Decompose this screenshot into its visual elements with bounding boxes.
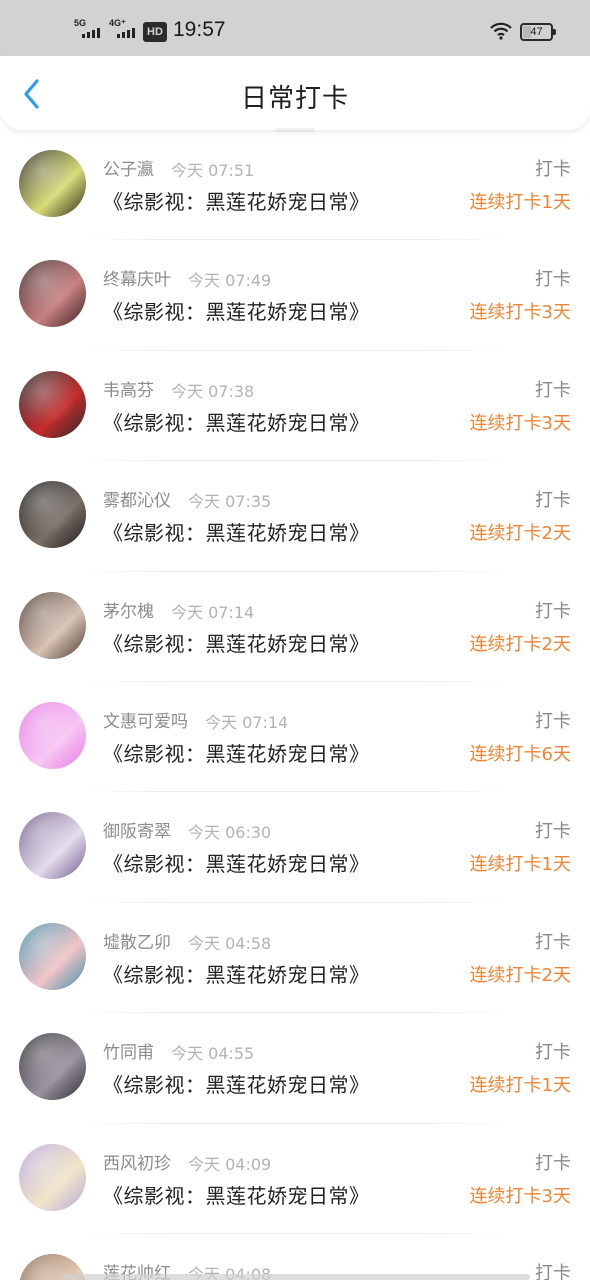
username[interactable]: 韦高芬 xyxy=(103,376,154,401)
checkin-row[interactable]: 竹同甫 今天 04:55 《综影视：黑莲花娇宠日常》 打卡连续打卡1天 xyxy=(0,1013,590,1124)
checkin-time: 今天 06:30 xyxy=(188,823,272,843)
network-type-label: 5G xyxy=(74,18,87,28)
username[interactable]: 墟散乙卯 xyxy=(103,928,171,953)
streak-count: 连续打卡2天 xyxy=(469,964,571,986)
user-avatar[interactable] xyxy=(19,1143,86,1211)
checkin-label: 打卡 xyxy=(535,1152,571,1174)
user-avatar[interactable] xyxy=(19,481,86,549)
streak-count: 连续打卡1天 xyxy=(469,854,571,876)
username[interactable]: 终幕庆叶 xyxy=(103,265,171,290)
clock: 19:57 xyxy=(173,18,226,41)
checkin-label: 打卡 xyxy=(535,600,571,622)
streak-count: 连续打卡3天 xyxy=(469,1185,571,1207)
streak-count: 连续打卡2天 xyxy=(469,633,571,655)
book-title[interactable]: 《综影视：黑莲花娇宠日常》 xyxy=(103,517,370,546)
checkin-time: 今天 04:58 xyxy=(188,933,272,953)
checkin-time: 今天 07:38 xyxy=(171,381,255,401)
checkin-time: 今天 07:14 xyxy=(171,602,255,622)
checkin-time: 今天 04:09 xyxy=(188,1154,272,1174)
battery-level: 47 xyxy=(530,26,543,38)
checkin-time: 今天 07:35 xyxy=(188,492,272,512)
streak-count: 连续打卡2天 xyxy=(469,523,571,545)
book-title[interactable]: 《综影视：黑莲花娇宠日常》 xyxy=(103,1069,370,1098)
checkin-time: 今天 07:51 xyxy=(171,161,255,180)
username[interactable]: 西风初珍 xyxy=(103,1149,171,1174)
username[interactable]: 竹同甫 xyxy=(103,1038,154,1063)
checkin-time: 今天 07:49 xyxy=(188,271,272,291)
checkin-label: 打卡 xyxy=(535,931,571,953)
user-avatar[interactable] xyxy=(19,701,86,769)
book-title[interactable]: 《综影视：黑莲花娇宠日常》 xyxy=(103,186,370,215)
checkin-label: 打卡 xyxy=(535,379,571,401)
checkin-list[interactable]: 公子瀛 今天 07:51 《综影视：黑莲花娇宠日常》 打卡 连续打卡1天 终幕庆叶 今天 0… xyxy=(0,130,590,1280)
book-title[interactable]: 《综影视：黑莲花娇宠日常》 xyxy=(103,407,370,436)
username[interactable]: 文惠可爱吗 xyxy=(103,707,188,732)
wifi-icon xyxy=(490,22,512,40)
user-avatar[interactable] xyxy=(19,591,86,659)
page-title: 日常打卡 xyxy=(240,84,349,114)
streak-count: 连续打卡1天 xyxy=(469,192,571,213)
streak-count: 连续打卡3天 xyxy=(469,412,571,434)
user-avatar[interactable] xyxy=(19,370,86,438)
checkin-row[interactable]: 御阪寄翠 今天 06:30 《综影视：黑莲花娇宠日常》 打卡连续打卡1天 xyxy=(0,792,590,903)
user-avatar[interactable] xyxy=(19,260,86,328)
user-avatar[interactable] xyxy=(19,812,86,880)
app-header: 日常打卡 xyxy=(0,56,590,132)
checkin-row[interactable]: 终幕庆叶 今天 07:49 《综影视：黑莲花娇宠日常》 打卡连续打卡3天 xyxy=(0,240,590,351)
checkin-label: 打卡 xyxy=(535,490,571,512)
book-title[interactable]: 《综影视：黑莲花娇宠日常》 xyxy=(103,738,370,767)
checkin-time: 今天 04:55 xyxy=(171,1044,255,1064)
checkin-row[interactable]: 文惠可爱吗 今天 07:14 《综影视：黑莲花娇宠日常》 打卡连续打卡6天 xyxy=(0,682,590,793)
streak-count: 连续打卡6天 xyxy=(469,743,571,765)
checkin-label: 打卡 xyxy=(535,710,571,732)
username[interactable]: 雾都沁仪 xyxy=(103,486,171,511)
status-bar: 5G 4G⁺ HD 19:57 47 xyxy=(0,0,590,56)
checkin-label: 打卡 xyxy=(535,269,571,291)
username[interactable]: 御阪寄翠 xyxy=(103,817,171,842)
checkin-label: 打卡 xyxy=(535,821,571,843)
streak-count: 连续打卡3天 xyxy=(469,302,571,324)
checkin-label: 打卡 xyxy=(535,1042,571,1064)
checkin-label: 打卡 xyxy=(535,159,571,180)
scroll-indicator xyxy=(60,1274,530,1280)
book-title[interactable]: 《综影视：黑莲花娇宠日常》 xyxy=(103,848,370,877)
checkin-row[interactable]: 墟散乙卯 今天 04:58 《综影视：黑莲花娇宠日常》 打卡连续打卡2天 xyxy=(0,903,590,1014)
checkin-row[interactable]: 雾都沁仪 今天 07:35 《综影视：黑莲花娇宠日常》 打卡连续打卡2天 xyxy=(0,461,590,572)
book-title[interactable]: 《综影视：黑莲花娇宠日常》 xyxy=(103,296,370,325)
user-avatar[interactable] xyxy=(19,922,86,990)
book-title[interactable]: 《综影视：黑莲花娇宠日常》 xyxy=(103,1180,370,1209)
checkin-row[interactable]: 公子瀛 今天 07:51 《综影视：黑莲花娇宠日常》 打卡连续打卡1天 xyxy=(0,130,590,241)
header-shadow xyxy=(275,128,315,132)
book-title[interactable]: 《综影视：黑莲花娇宠日常》 xyxy=(103,959,370,988)
username[interactable]: 茅尔槐 xyxy=(103,597,154,622)
hd-voice-icon: HD xyxy=(143,22,167,42)
user-avatar[interactable] xyxy=(19,1033,86,1101)
book-title[interactable]: 《综影视：黑莲花娇宠日常》 xyxy=(103,628,370,657)
checkin-label: 打卡 xyxy=(535,1262,571,1280)
checkin-row[interactable]: 茅尔槐 今天 07:14 《综影视：黑莲花娇宠日常》 打卡连续打卡2天 xyxy=(0,572,590,682)
user-avatar[interactable] xyxy=(19,150,86,217)
checkin-time: 今天 07:14 xyxy=(205,712,289,732)
battery-icon: 47 xyxy=(520,23,556,41)
streak-count: 连续打卡1天 xyxy=(469,1075,571,1097)
checkin-row[interactable]: 韦高芬 今天 07:38 《综影视：黑莲花娇宠日常》 打卡连续打卡3天 xyxy=(0,351,590,462)
checkin-row[interactable]: 西风初珍 今天 04:09 《综影视：黑莲花娇宠日常》 打卡连续打卡3天 xyxy=(0,1124,590,1234)
username[interactable]: 公子瀛 xyxy=(103,155,154,180)
